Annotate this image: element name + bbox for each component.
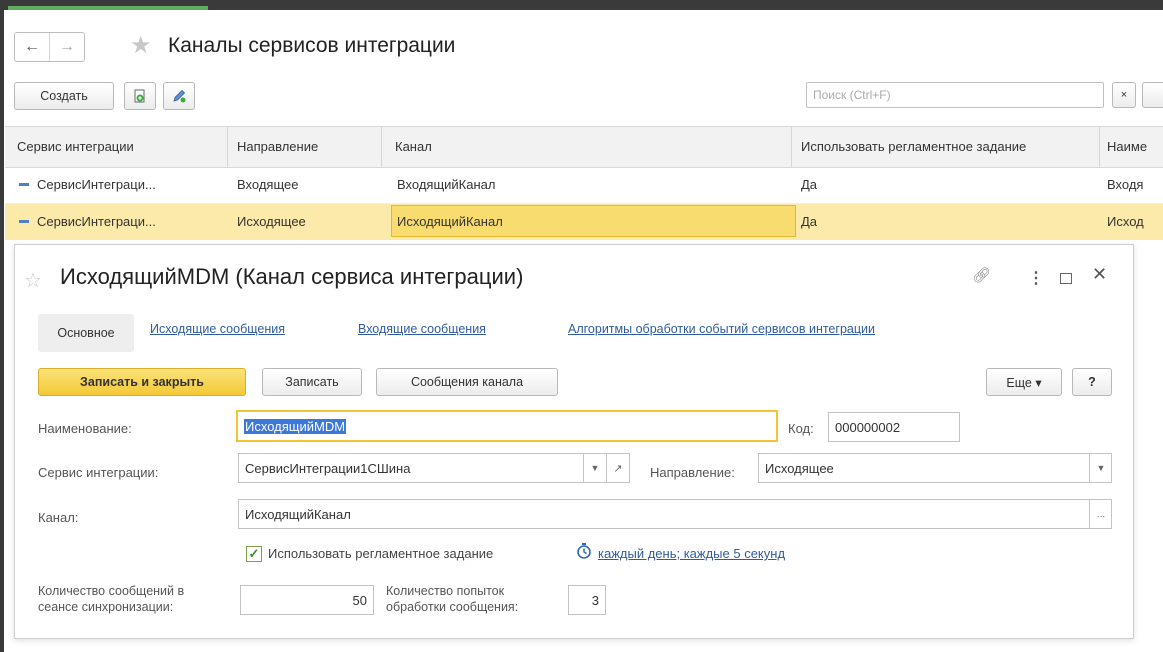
row-state-icon bbox=[19, 183, 29, 186]
name-value: ИсходящийMDM bbox=[244, 418, 347, 434]
help-button[interactable]: ? bbox=[1072, 368, 1112, 396]
create-button[interactable]: Создать bbox=[14, 82, 114, 110]
tab-incoming-messages[interactable]: Входящие сообщения bbox=[358, 322, 486, 336]
table-row[interactable]: СервисИнтеграци... Входящее ВходящийКана… bbox=[5, 167, 1163, 204]
name-label: Наименование: bbox=[38, 421, 132, 436]
row-service: СервисИнтеграци... bbox=[37, 177, 156, 192]
link-icon[interactable]: 🔗︎ bbox=[972, 266, 991, 284]
name-field[interactable]: ИсходящийMDM bbox=[236, 410, 778, 442]
favorite-star-icon[interactable]: ☆ bbox=[24, 268, 42, 293]
channel-field[interactable]: ИсходящийКанал … bbox=[238, 499, 1112, 529]
schedule-clock-icon bbox=[576, 542, 592, 563]
table-header: Сервис интеграции Направление Канал Испо… bbox=[5, 126, 1163, 168]
active-tab-indicator bbox=[8, 6, 208, 10]
forward-arrow-icon[interactable]: → bbox=[49, 33, 84, 61]
code-label: Код: bbox=[788, 421, 814, 436]
column-header-service[interactable]: Сервис интеграции bbox=[17, 139, 134, 154]
search-input[interactable]: Поиск (Ctrl+F) bbox=[806, 82, 1104, 108]
service-field[interactable]: СервисИнтеграции1СШина ▼ ↗ bbox=[238, 453, 630, 483]
direction-label: Направление: bbox=[650, 465, 735, 480]
attempts-field[interactable]: 3 bbox=[568, 585, 606, 615]
code-field[interactable]: 000000002 bbox=[828, 412, 960, 442]
edit-item-button[interactable] bbox=[163, 82, 195, 110]
use-task-label: Использовать регламентное задание bbox=[268, 546, 494, 561]
column-header-direction[interactable]: Направление bbox=[237, 139, 318, 154]
search-clear-button[interactable]: × bbox=[1112, 82, 1136, 108]
chevron-down-icon[interactable]: ▼ bbox=[583, 454, 606, 482]
service-label: Сервис интеграции: bbox=[38, 465, 159, 480]
open-link-icon[interactable]: ↗ bbox=[606, 454, 629, 482]
column-header-channel[interactable]: Канал bbox=[395, 139, 432, 154]
row-use-task: Да bbox=[801, 214, 818, 229]
channel-label: Канал: bbox=[38, 510, 79, 525]
schedule-link[interactable]: каждый день; каждые 5 секунд bbox=[598, 546, 785, 561]
save-and-close-button[interactable]: Записать и закрыть bbox=[38, 368, 246, 396]
save-button[interactable]: Записать bbox=[262, 368, 362, 396]
favorite-star-icon[interactable]: ★ bbox=[130, 32, 152, 60]
tab-outgoing-messages[interactable]: Исходящие сообщения bbox=[150, 322, 285, 336]
direction-value: Исходящее bbox=[765, 460, 834, 476]
navigation-buttons: ← → bbox=[14, 32, 85, 62]
row-use-task: Да bbox=[801, 177, 818, 192]
column-header-name[interactable]: Наиме bbox=[1107, 139, 1147, 154]
more-vertical-icon[interactable]: ⋮ bbox=[1028, 268, 1044, 288]
row-direction: Входящее bbox=[237, 177, 299, 192]
window-frame-left bbox=[0, 0, 4, 652]
copy-document-icon bbox=[134, 89, 145, 103]
select-ellipsis-icon[interactable]: … bbox=[1089, 500, 1112, 528]
page-title: Каналы сервисов интеграции bbox=[168, 34, 456, 57]
row-state-icon bbox=[19, 220, 29, 223]
msg-count-label: Количество сообщений в сеансе синхрониза… bbox=[38, 584, 185, 614]
column-header-use-task[interactable]: Использовать регламентное задание bbox=[801, 139, 1026, 154]
row-name: Исход bbox=[1107, 214, 1144, 229]
pencil-icon bbox=[173, 89, 186, 103]
service-value: СервисИнтеграции1СШина bbox=[245, 460, 411, 476]
row-direction: Исходящее bbox=[237, 214, 306, 229]
chevron-down-icon[interactable]: ▼ bbox=[1089, 454, 1112, 482]
use-task-checkbox[interactable]: ✓ bbox=[246, 546, 262, 562]
attempts-label: Количество попыток обработки сообщения: bbox=[386, 584, 519, 614]
close-icon[interactable]: ✕ bbox=[1092, 264, 1107, 285]
channel-messages-button[interactable]: Сообщения канала bbox=[376, 368, 558, 396]
row-name: Входя bbox=[1107, 177, 1144, 192]
more-button[interactable]: Еще ▾ bbox=[986, 368, 1062, 396]
row-service: СервисИнтеграци... bbox=[37, 214, 156, 229]
msg-count-field[interactable]: 50 bbox=[240, 585, 374, 615]
direction-select[interactable]: Исходящее ▼ bbox=[758, 453, 1112, 483]
maximize-icon[interactable] bbox=[1060, 273, 1072, 284]
table-row-selected[interactable]: СервисИнтеграци... Исходящее ИсходящийКа… bbox=[5, 204, 1163, 240]
tab-event-algorithms[interactable]: Алгоритмы обработки событий сервисов инт… bbox=[568, 322, 875, 336]
tab-main[interactable]: Основное bbox=[38, 314, 134, 352]
back-arrow-icon[interactable]: ← bbox=[15, 33, 49, 61]
search-options-button[interactable] bbox=[1142, 82, 1163, 108]
channel-value: ИсходящийКанал bbox=[245, 506, 351, 522]
row-channel: ИсходящийКанал bbox=[397, 214, 503, 229]
copy-item-button[interactable] bbox=[124, 82, 156, 110]
row-channel: ВходящийКанал bbox=[397, 177, 496, 192]
form-title: ИсходящийMDM (Канал сервиса интеграции) bbox=[60, 264, 524, 289]
